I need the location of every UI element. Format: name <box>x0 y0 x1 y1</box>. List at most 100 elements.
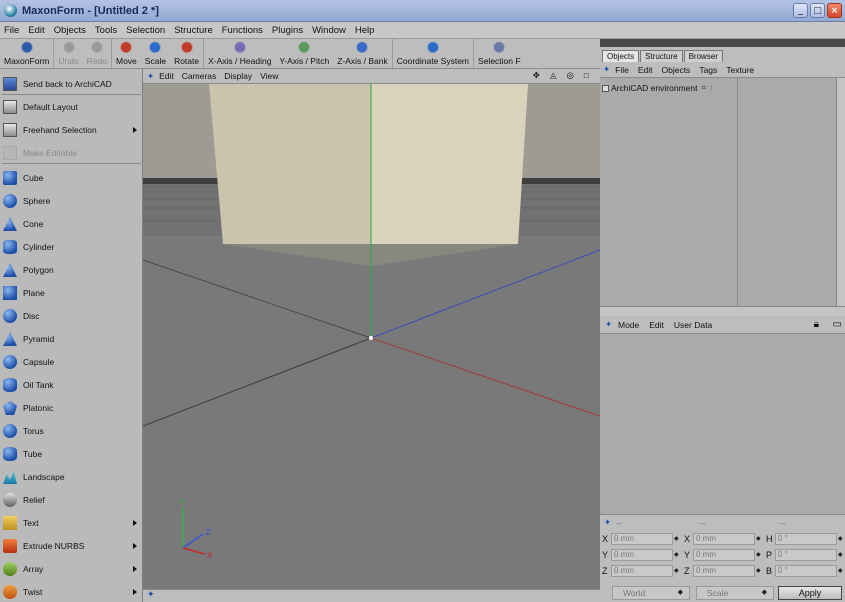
palette-object-1[interactable]: Sphere <box>0 189 142 212</box>
coordinate-type-select[interactable]: Scale ◆ <box>696 586 774 600</box>
palette-item-3[interactable]: Make Editable <box>0 141 142 164</box>
palette-object-11[interactable]: Torus <box>0 419 142 442</box>
menu-8[interactable]: Window <box>312 25 346 36</box>
toolbar-button-7[interactable]: Y-Axis / Pitch <box>275 38 333 68</box>
palette-object-12[interactable]: Tube <box>0 442 142 465</box>
coordinate-value-field[interactable]: 0 mm <box>693 548 755 561</box>
palette-object-17[interactable]: Array <box>0 557 142 580</box>
palette-item-0[interactable]: Send back to ArchiCAD <box>0 72 142 95</box>
attributes-menu-2[interactable]: User Data <box>674 320 712 330</box>
stepper-icon[interactable]: ◆ <box>674 535 681 542</box>
viewport-menu-2[interactable]: Display <box>224 71 252 81</box>
object-tree[interactable]: ArchiCAD environment ⌗ ⁝ <box>600 78 845 306</box>
palette-object-3[interactable]: Cylinder <box>0 235 142 258</box>
objects-horizontal-scrollbar[interactable] <box>600 306 845 316</box>
toolbar-button-2[interactable]: Redo <box>83 38 112 68</box>
viewport-handle-icon[interactable]: ✦ <box>147 71 154 82</box>
3d-viewport[interactable]: Y Z X <box>143 84 600 589</box>
minimize-button[interactable]: _ <box>793 3 808 18</box>
palette-object-7[interactable]: Pyramid <box>0 327 142 350</box>
toolbar-button-3[interactable]: Move <box>112 38 141 68</box>
tab-1[interactable]: Structure <box>640 50 683 62</box>
palette-object-18[interactable]: Twist <box>0 580 142 602</box>
toolbar-button-10[interactable]: Selection F <box>474 38 525 68</box>
objects-menu-1[interactable]: Edit <box>638 65 653 75</box>
apply-button[interactable]: Apply <box>778 586 842 600</box>
tab-0[interactable]: Objects <box>602 50 640 62</box>
objects-menu-3[interactable]: Tags <box>699 65 717 75</box>
coordinate-mode-select[interactable]: World ◆ <box>612 586 690 600</box>
palette-object-5[interactable]: Plane <box>0 281 142 304</box>
column-divider[interactable] <box>737 78 738 306</box>
stepper-icon[interactable]: ◆ <box>838 535 845 542</box>
toolbar-button-6[interactable]: X-Axis / Heading <box>204 38 275 68</box>
environment-tag-icon[interactable]: ⌗ <box>701 83 706 93</box>
maximize-button[interactable]: □ <box>810 3 825 18</box>
coordinate-value-field[interactable]: 0 ° <box>775 532 837 545</box>
toolbar-button-8[interactable]: Z-Axis / Bank <box>333 38 393 68</box>
viewport-menu-0[interactable]: Edit <box>159 71 174 81</box>
menu-5[interactable]: Structure <box>174 25 213 36</box>
toolbar-button-4[interactable]: Scale <box>141 38 170 68</box>
palette-object-8[interactable]: Capsule <box>0 350 142 373</box>
objects-menu-4[interactable]: Texture <box>726 65 754 75</box>
menu-7[interactable]: Plugins <box>272 25 303 36</box>
palette-object-10[interactable]: Platonic <box>0 396 142 419</box>
palette-object-0[interactable]: Cube <box>0 166 142 189</box>
attributes-handle-icon[interactable]: ✦ <box>605 319 612 330</box>
palette-object-14[interactable]: Relief <box>0 488 142 511</box>
menu-6[interactable]: Functions <box>222 25 263 36</box>
toolbar-button-1[interactable]: Undo <box>54 38 82 68</box>
coordinate-value-field[interactable]: 0 mm <box>693 564 755 577</box>
viewport-menu-1[interactable]: Cameras <box>182 71 216 81</box>
maximize-view-icon[interactable]: □ <box>584 70 589 81</box>
menu-2[interactable]: Objects <box>54 25 86 36</box>
move-view-icon[interactable]: ✥ <box>533 70 540 81</box>
toolbar-button-5[interactable]: Rotate <box>170 38 205 68</box>
zoom-view-icon[interactable]: ◬ <box>550 70 557 81</box>
stepper-icon[interactable]: ◆ <box>838 551 845 558</box>
palette-object-9[interactable]: Oil Tank <box>0 373 142 396</box>
palette-object-6[interactable]: Disc <box>0 304 142 327</box>
attributes-menu-0[interactable]: Mode <box>618 320 639 330</box>
coordinate-value-field[interactable]: 0 mm <box>611 548 673 561</box>
stepper-icon[interactable]: ◆ <box>674 551 681 558</box>
coordinate-value-field[interactable]: 0 ° <box>775 548 837 561</box>
objects-vertical-scrollbar[interactable] <box>836 78 845 306</box>
cube-left-face[interactable] <box>209 84 371 244</box>
palette-object-16[interactable]: Extrude NURBS <box>0 534 142 557</box>
menu-9[interactable]: Help <box>355 25 375 36</box>
objects-handle-icon[interactable]: ✦ <box>603 64 610 75</box>
close-button[interactable]: × <box>827 3 842 18</box>
stepper-icon[interactable]: ◆ <box>756 535 763 542</box>
coordinates-handle-icon[interactable]: ✦ <box>604 517 611 528</box>
menu-0[interactable]: File <box>4 25 19 36</box>
lock-icon[interactable]: 🔒︎ <box>814 319 819 330</box>
cube-right-face[interactable] <box>371 84 528 244</box>
stepper-icon[interactable]: ◆ <box>838 567 845 574</box>
stepper-icon[interactable]: ◆ <box>674 567 681 574</box>
coordinate-value-field[interactable]: 0 mm <box>611 532 673 545</box>
menu-3[interactable]: Tools <box>95 25 117 36</box>
stepper-icon[interactable]: ◆ <box>756 567 763 574</box>
toolbar-button-9[interactable]: Coordinate System <box>393 38 475 68</box>
coordinate-value-field[interactable]: 0 mm <box>611 564 673 577</box>
palette-object-15[interactable]: Text <box>0 511 142 534</box>
attributes-menu-1[interactable]: Edit <box>649 320 664 330</box>
expand-icon[interactable] <box>602 84 609 92</box>
viewport-handle-icon[interactable]: ✦ <box>147 590 155 600</box>
tree-row[interactable]: ArchiCAD environment ⌗ ⁝ <box>602 81 762 95</box>
coordinate-value-field[interactable]: 0 ° <box>775 564 837 577</box>
menu-4[interactable]: Selection <box>126 25 165 36</box>
viewport-menu-3[interactable]: View <box>260 71 278 81</box>
palette-object-2[interactable]: Cone <box>0 212 142 235</box>
palette-object-13[interactable]: Landscape <box>0 465 142 488</box>
palette-item-1[interactable]: Default Layout <box>0 95 142 118</box>
tab-2[interactable]: Browser <box>683 50 723 62</box>
palette-item-2[interactable]: Freehand Selection <box>0 118 142 141</box>
objects-menu-0[interactable]: File <box>615 65 629 75</box>
stepper-icon[interactable]: ◆ <box>756 551 763 558</box>
rotate-view-icon[interactable]: ◎ <box>566 70 573 81</box>
coordinate-value-field[interactable]: 0 mm <box>693 532 755 545</box>
palette-object-4[interactable]: Polygon <box>0 258 142 281</box>
